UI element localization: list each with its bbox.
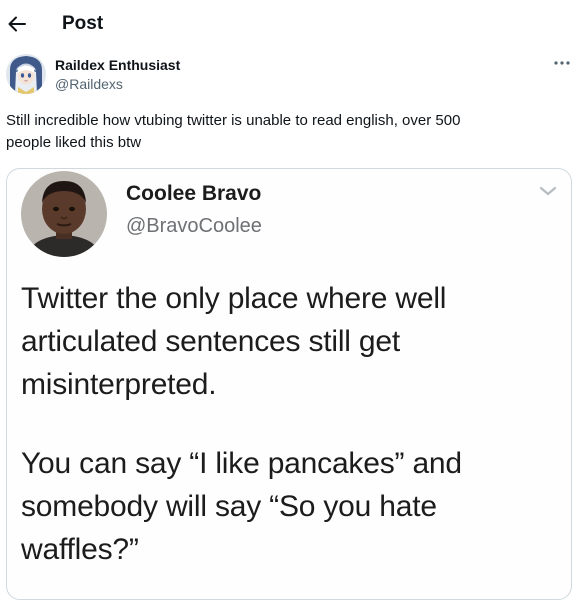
media-text-line: articulated sentences still get	[21, 325, 401, 358]
media-author-name: Coolee Bravo	[126, 182, 262, 205]
media-paragraph: You can say “I like pancakes” and somebo…	[21, 442, 561, 571]
media-paragraph: Twitter the only place where well articu…	[21, 277, 561, 406]
media-author-handle: @BravoCoolee	[126, 215, 262, 237]
more-options-button[interactable]	[549, 53, 575, 73]
post-text-line: Still incredible how vtubing twitter is …	[6, 112, 461, 129]
post-media-image[interactable]: Coolee Bravo @BravoCoolee Twitter the on…	[6, 168, 572, 600]
post-text-line: people liked this btw	[6, 134, 142, 151]
avatar[interactable]	[6, 54, 46, 94]
arrow-left-icon	[8, 16, 26, 32]
post-author: Raildex Enthusiast @Raildexs	[6, 53, 573, 97]
media-text-line: You can say “I like pancakes” and	[21, 447, 462, 480]
anime-character-avatar-icon	[6, 54, 46, 94]
chevron-down-icon	[539, 186, 557, 196]
media-text-line: Twitter the only place where well	[21, 282, 447, 315]
top-bar: Post	[0, 0, 579, 48]
back-button[interactable]	[6, 10, 28, 38]
page-title: Post	[62, 13, 104, 34]
author-name[interactable]: Raildex Enthusiast	[55, 56, 180, 74]
ellipsis-icon	[554, 61, 570, 65]
post-text: Still incredible how vtubing twitter is …	[6, 110, 562, 154]
author-handle[interactable]: @Raildexs	[55, 75, 123, 93]
person-avatar-icon	[21, 171, 107, 257]
media-text-line: misinterpreted.	[21, 368, 217, 401]
media-avatar	[21, 171, 107, 257]
media-text-line: somebody will say “So you hate	[21, 490, 437, 523]
media-text-line: waffles?”	[21, 533, 139, 566]
